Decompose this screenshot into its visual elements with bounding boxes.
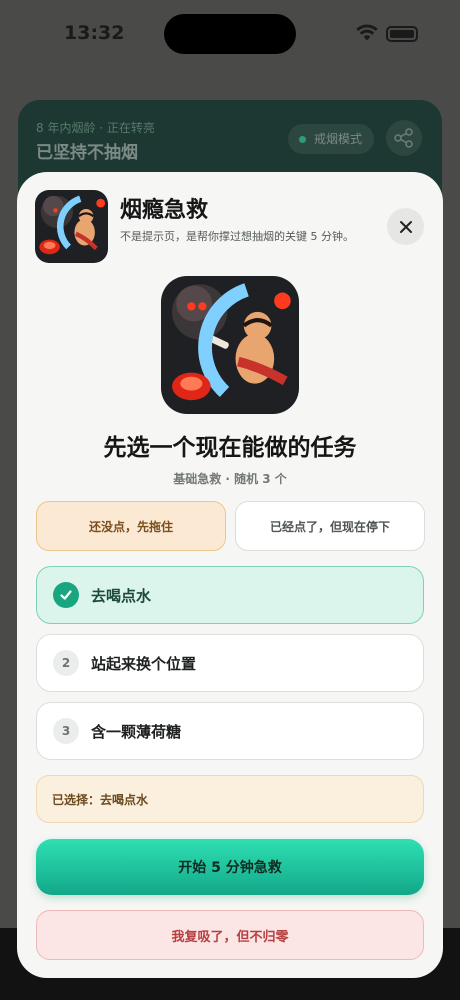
status-time: 13:32 [64,22,125,44]
selected-task-note: 已选择：去喝点水 [36,775,424,823]
mode-not-lit-button[interactable]: 还没点，先拖住 [36,501,226,551]
close-icon [399,220,412,233]
mode-already-lit-button[interactable]: 已经点了，但现在停下 [235,501,425,551]
app-illustration-icon [35,190,108,263]
close-button[interactable] [387,208,424,245]
task-number: 3 [53,718,79,744]
mode-pill: 戒烟模式 [288,124,375,154]
sheet-title: 烟瘾急救 [120,198,209,223]
task-label: 含一颗薄荷糖 [91,722,182,741]
check-icon [53,582,79,608]
sheet-description: 不是提示页，是帮你撑过想抽烟的关键 5 分钟。 [120,230,354,243]
task-prompt-title: 先选一个现在能做的任务 [103,435,357,461]
task-prompt-subtitle: 基础急救 · 随机 3 个 [173,472,287,486]
status-bar: 13:32 [0,0,460,64]
background-title: 已坚持不抽烟 [36,143,138,163]
dynamic-island [164,14,296,54]
task-option-1[interactable]: 去喝点水 [36,566,424,624]
background-subtitle: 8 年内烟龄 · 正在转亮 [36,121,155,135]
share-button [386,120,422,156]
craving-rescue-sheet: 烟瘾急救 不是提示页，是帮你撑过想抽烟的关键 5 分钟。 先选一个现在能做的任务… [17,172,443,978]
relapse-button[interactable]: 我复吸了，但不归零 [36,910,424,960]
task-number: 2 [53,650,79,676]
task-option-2[interactable]: 2 站起来换个位置 [36,634,424,692]
task-option-3[interactable]: 3 含一颗薄荷糖 [36,702,424,760]
hero-illustration [161,276,299,414]
task-label: 站起来换个位置 [91,654,197,673]
battery-icon [386,26,418,42]
wifi-icon [356,24,378,41]
task-label: 去喝点水 [91,586,152,605]
share-icon [394,128,413,148]
start-rescue-button[interactable]: 开始 5 分钟急救 [36,839,424,895]
